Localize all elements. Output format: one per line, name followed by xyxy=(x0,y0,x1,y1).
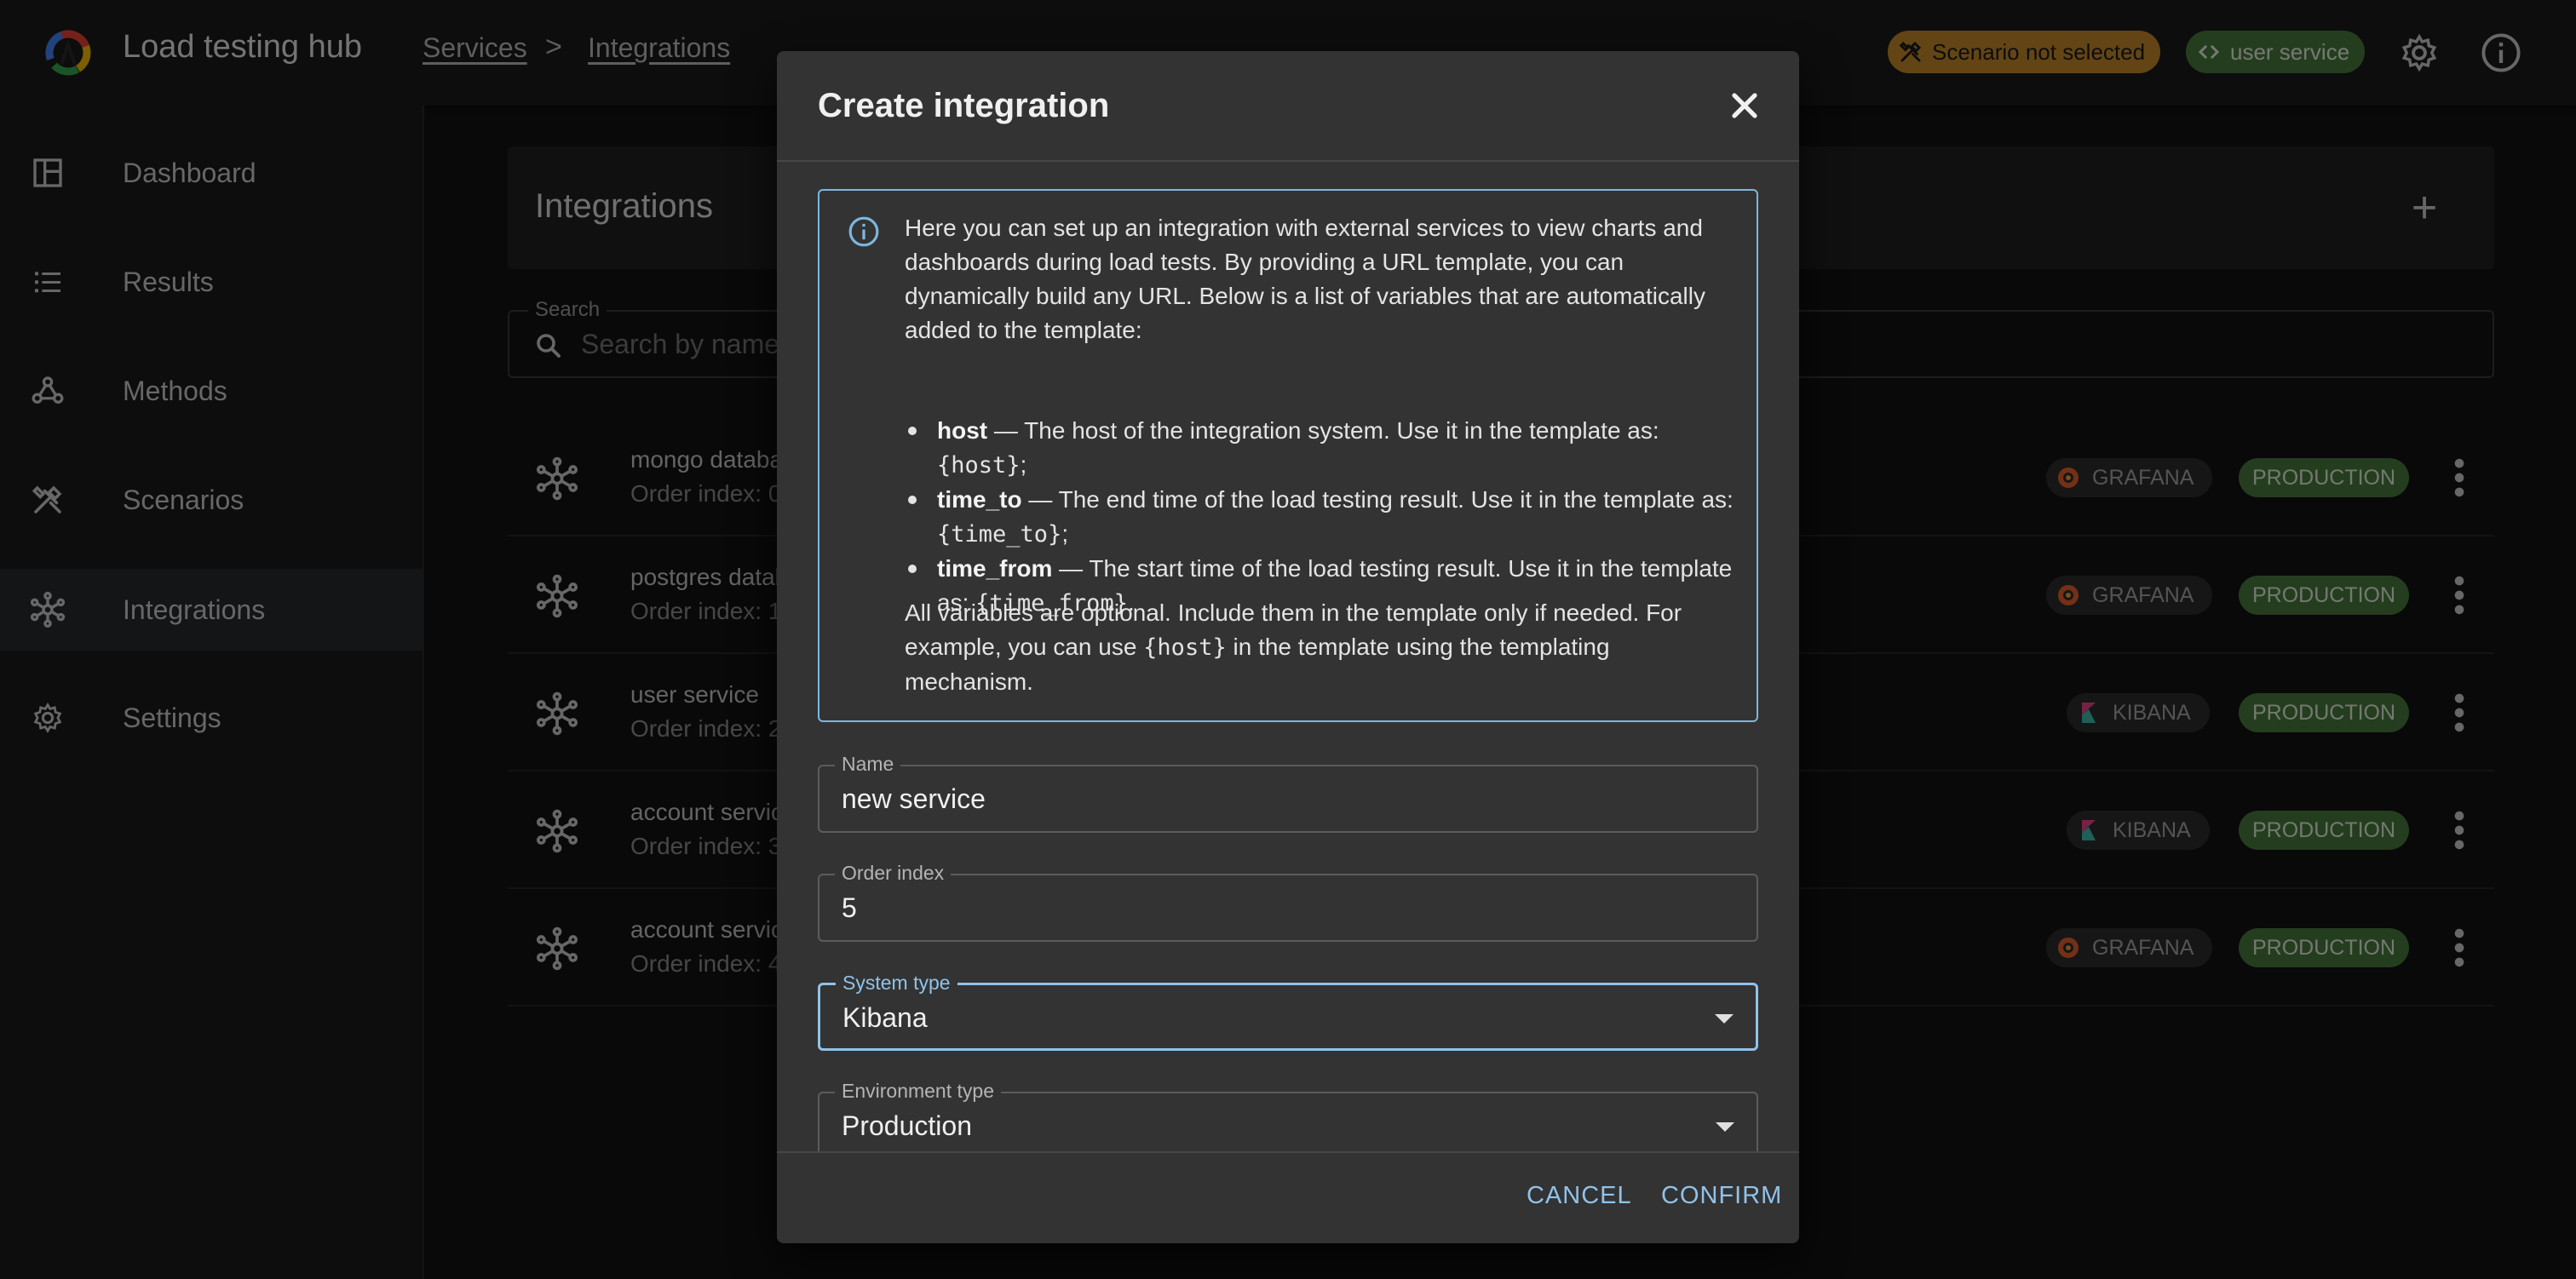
variable-item-time-to: time_to — The end time of the load testi… xyxy=(905,483,1739,552)
variable-description: — The end time of the load testing resul… xyxy=(1021,486,1734,513)
app-root: Load testing hub Services > Integrations… xyxy=(0,0,2576,1279)
info-intro-text: Here you can set up an integration with … xyxy=(905,215,1705,343)
create-integration-dialog: Create integration Here you can set up a… xyxy=(777,51,1799,1243)
name-input[interactable]: new service xyxy=(842,783,986,815)
dialog-divider xyxy=(777,1151,1799,1153)
environment-type-select[interactable]: Environment type Production xyxy=(818,1080,1758,1160)
info-alert: Here you can set up an integration with … xyxy=(818,189,1758,722)
dropdown-arrow-icon xyxy=(1716,1122,1734,1132)
variable-item-host: host — The host of the integration syste… xyxy=(905,414,1739,483)
name-field[interactable]: Name new service xyxy=(818,753,1758,833)
dialog-divider xyxy=(777,160,1799,162)
name-field-label: Name xyxy=(835,753,901,776)
footer-code: {host} xyxy=(1143,634,1227,661)
confirm-button[interactable]: CONFIRM xyxy=(1661,1182,1782,1210)
system-type-value: Kibana xyxy=(842,1002,928,1033)
environment-type-value: Production xyxy=(842,1110,972,1141)
variable-end: ; xyxy=(1020,451,1027,478)
variables-list: host — The host of the integration syste… xyxy=(905,414,1739,621)
system-type-select[interactable]: System type Kibana xyxy=(818,972,1758,1051)
variable-description: — The host of the integration system. Us… xyxy=(987,417,1659,444)
variable-code: {host} xyxy=(937,452,1021,479)
dropdown-arrow-icon xyxy=(1715,1014,1734,1024)
close-icon[interactable] xyxy=(1724,85,1765,126)
system-type-label: System type xyxy=(836,972,957,995)
dialog-title: Create integration xyxy=(818,87,1110,124)
order-index-label: Order index xyxy=(835,862,952,885)
order-index-input[interactable]: 5 xyxy=(842,892,857,924)
cancel-button[interactable]: CANCEL xyxy=(1527,1182,1632,1210)
variable-code: {time_to} xyxy=(937,521,1062,548)
dialog-actions: CANCEL CONFIRM xyxy=(777,1151,1799,1243)
variable-name: time_from xyxy=(937,555,1053,582)
info-footer-text: All variables are optional. Include them… xyxy=(905,596,1739,699)
variable-name: time_to xyxy=(937,486,1022,513)
variable-name: host xyxy=(937,417,988,444)
environment-type-label: Environment type xyxy=(835,1080,1001,1103)
variable-end: ; xyxy=(1061,520,1069,547)
info-outline-icon xyxy=(848,216,879,247)
order-index-field[interactable]: Order index 5 xyxy=(818,862,1758,942)
